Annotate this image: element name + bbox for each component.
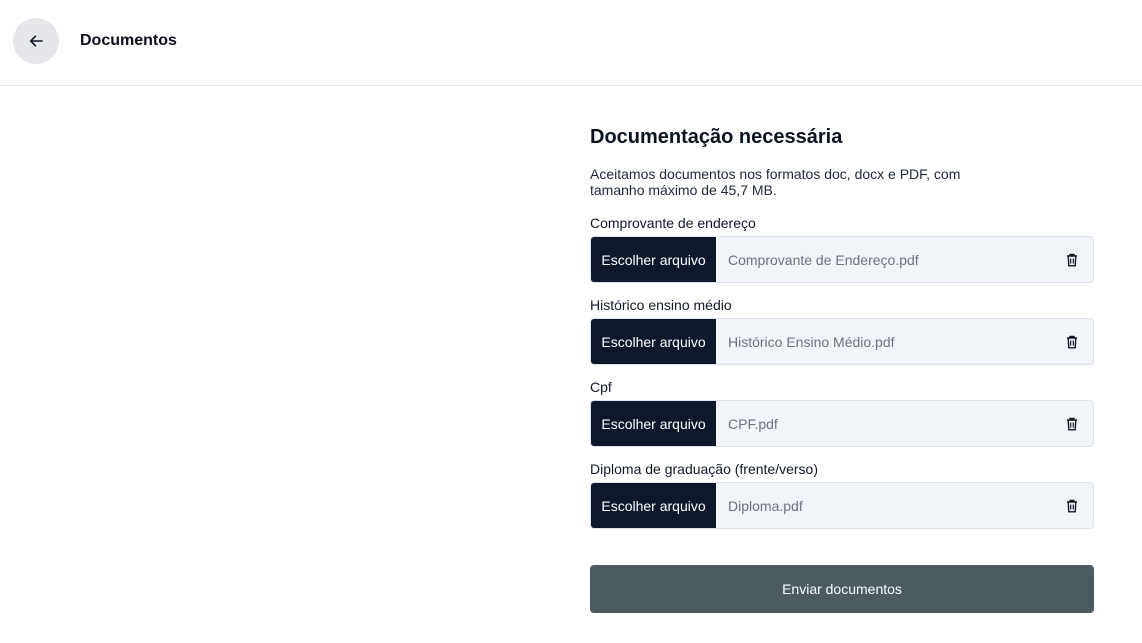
- delete-file-button[interactable]: [1057, 483, 1087, 528]
- file-name: Diploma.pdf: [728, 497, 803, 514]
- back-button[interactable]: [13, 18, 59, 64]
- document-group-historico: Histórico ensino médio Escolher arquivo …: [590, 297, 1094, 365]
- section-title: Documentação necessária: [590, 126, 843, 148]
- choose-file-button[interactable]: Escolher arquivo: [591, 483, 716, 528]
- trash-icon: [1067, 417, 1077, 430]
- format-description: Aceitamos documentos nos formatos doc, d…: [590, 166, 961, 198]
- trash-icon: [1067, 335, 1077, 348]
- document-label: Cpf: [590, 379, 612, 395]
- file-name: Histórico Ensino Médio.pdf: [728, 333, 895, 350]
- delete-file-button[interactable]: [1057, 319, 1087, 364]
- document-label: Diploma de graduação (frente/verso): [590, 461, 819, 477]
- arrow-left-icon: [29, 35, 43, 47]
- trash-icon: [1067, 253, 1077, 266]
- delete-file-button[interactable]: [1057, 237, 1087, 282]
- file-input-row: Escolher arquivo Histórico Ensino Médio.…: [590, 318, 1094, 365]
- file-input-row: Escolher arquivo Comprovante de Endereço…: [590, 236, 1094, 283]
- documents-form: Documentação necessária Aceitamos docume…: [590, 124, 1094, 613]
- document-group-cpf: Cpf Escolher arquivo CPF.pdf: [590, 379, 1094, 447]
- document-label: Histórico ensino médio: [590, 297, 732, 313]
- file-name: Comprovante de Endereço.pdf: [728, 251, 919, 268]
- choose-file-button[interactable]: Escolher arquivo: [591, 401, 716, 446]
- document-group-comprovante: Comprovante de endereço Escolher arquivo…: [590, 215, 1094, 283]
- file-name: CPF.pdf: [728, 415, 778, 432]
- delete-file-button[interactable]: [1057, 401, 1087, 446]
- document-group-diploma: Diploma de graduação (frente/verso) Esco…: [590, 461, 1094, 529]
- trash-icon: [1067, 499, 1077, 512]
- document-label: Comprovante de endereço: [590, 215, 756, 231]
- file-input-row: Escolher arquivo CPF.pdf: [590, 400, 1094, 447]
- file-input-row: Escolher arquivo Diploma.pdf: [590, 482, 1094, 529]
- choose-file-button[interactable]: Escolher arquivo: [591, 237, 716, 282]
- choose-file-button[interactable]: Escolher arquivo: [591, 319, 716, 364]
- submit-documents-button[interactable]: Enviar documentos: [590, 565, 1094, 613]
- page-title: Documentos: [80, 32, 177, 49]
- top-bar: Documentos: [0, 0, 1142, 86]
